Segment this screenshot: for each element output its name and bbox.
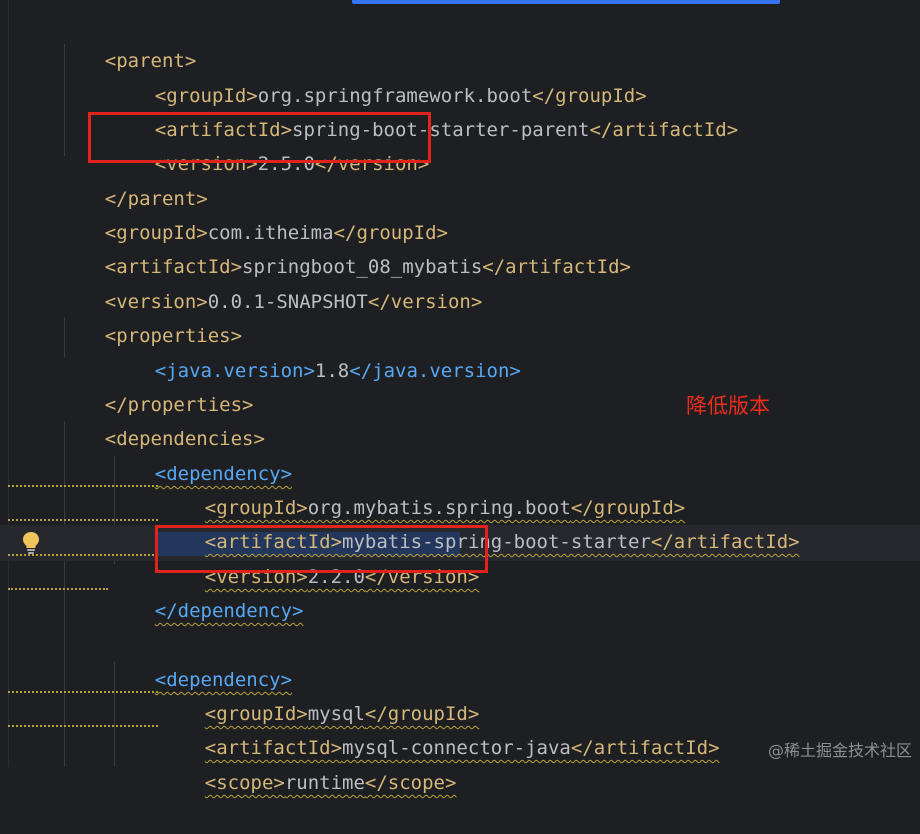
code-line[interactable]: <properties> xyxy=(59,285,242,347)
code-line[interactable]: <version>0.0.1-SNAPSHOT</version> xyxy=(59,251,483,313)
highlight-box xyxy=(155,525,488,573)
code-line[interactable]: <artifactId>mysql-connector-java</artifa… xyxy=(159,697,720,759)
lightbulb-icon[interactable] xyxy=(21,531,41,555)
watermark: @稀土掘金技术社区 xyxy=(767,741,912,760)
code-line[interactable]: </properties> xyxy=(59,354,254,416)
warning-underline xyxy=(8,721,158,727)
xml-value: runtime xyxy=(284,772,365,794)
xml-tag: </artifactId> xyxy=(570,737,720,759)
annotation-label: 降低版本 xyxy=(686,394,770,418)
xml-value: 1.8 xyxy=(314,360,350,382)
code-line[interactable]: <groupId>mysql</groupId> xyxy=(159,663,480,725)
scroll-indicator[interactable] xyxy=(352,0,780,4)
highlight-box xyxy=(88,112,431,163)
code-line[interactable]: <dependency> xyxy=(109,423,292,485)
code-line[interactable]: <java.version>1.8</java.version> xyxy=(109,320,521,382)
code-line[interactable]: <dependencies> xyxy=(59,388,265,450)
xml-tag: </artifactId> xyxy=(589,119,739,141)
xml-tag: </artifactId> xyxy=(650,531,800,553)
code-line[interactable]: <artifactId>spring-boot-starter-parent</… xyxy=(109,79,738,141)
code-line[interactable]: <groupId>org.springframework.boot</group… xyxy=(109,45,647,107)
gutter-divider xyxy=(8,0,9,767)
code-editor[interactable]: <parent> <groupId>org.springframework.bo… xyxy=(0,0,920,794)
xml-tag: </scope> xyxy=(364,772,457,794)
code-line[interactable]: <artifactId>mybatis-spring-boot-starter<… xyxy=(159,491,800,553)
xml-tag: </version> xyxy=(367,291,483,313)
code-line[interactable]: <groupId>org.mybatis.spring.boot</groupI… xyxy=(159,457,685,519)
xml-tag: </java.version> xyxy=(349,360,521,382)
xml-tag: </artifactId> xyxy=(482,256,631,278)
xml-tag: <scope> xyxy=(204,772,285,794)
warning-underline xyxy=(8,584,108,590)
warning-underline xyxy=(8,515,158,521)
code-line[interactable]: <scope>runtime</scope> xyxy=(159,732,457,794)
warning-underline xyxy=(8,481,158,487)
code-line[interactable]: <dependency> xyxy=(109,629,292,691)
code-line[interactable]: <parent> xyxy=(59,10,197,72)
warning-underline xyxy=(8,687,158,693)
code-line[interactable]: <groupId>com.itheima</groupId> xyxy=(59,182,448,244)
code-line[interactable]: <artifactId>springboot_08_mybatis</artif… xyxy=(59,216,631,278)
xml-tag: </dependency> xyxy=(154,600,304,622)
